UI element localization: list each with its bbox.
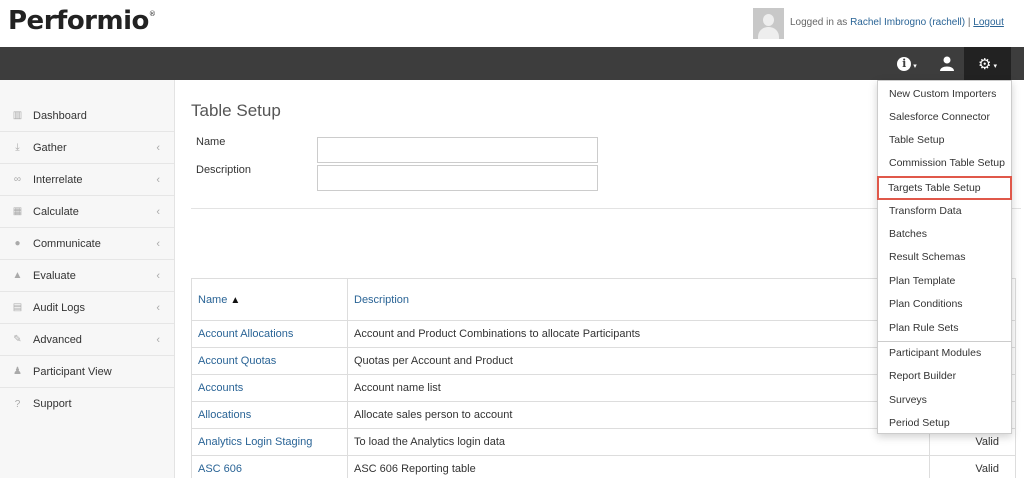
bar-chart-icon: ▥ xyxy=(12,110,23,121)
sidebar-item-advanced[interactable]: ✎ Advanced ‹ xyxy=(0,324,174,356)
table-name-link[interactable]: Account Allocations xyxy=(191,320,348,348)
performio-logo[interactable]: Performio® xyxy=(8,6,156,36)
info-icon: i xyxy=(897,56,912,71)
menu-item-transform-data[interactable]: Transform Data xyxy=(878,200,1011,222)
logout-link[interactable]: Logout xyxy=(973,17,1004,28)
sidebar: ▥ Dashboard ⤓ Gather ‹ ∞ Interrelate ‹ ▦… xyxy=(0,80,175,478)
question-icon: ? xyxy=(14,398,21,410)
table-name-link[interactable]: ASC 606 xyxy=(191,455,348,478)
description-input[interactable] xyxy=(317,165,598,191)
sidebar-item-gather[interactable]: ⤓ Gather ‹ xyxy=(0,132,174,164)
menu-item-salesforce-connector[interactable]: Salesforce Connector xyxy=(878,106,1011,128)
sidebar-item-support[interactable]: ? Support xyxy=(0,388,174,420)
table-description: Quotas per Account and Product xyxy=(347,347,930,375)
table-name-link[interactable]: Accounts xyxy=(191,374,348,402)
table-name-link[interactable]: Account Quotas xyxy=(191,347,348,375)
table-description: ASC 606 Reporting table xyxy=(347,455,930,478)
table-name-link[interactable]: Allocations xyxy=(191,401,348,429)
name-column-header[interactable]: Name ▲ xyxy=(191,278,348,321)
menu-item-participant-modules[interactable]: Participant Modules xyxy=(878,342,1011,364)
separator: | xyxy=(967,17,971,28)
comments-icon: ● xyxy=(14,238,21,249)
link-icon: ∞ xyxy=(13,174,22,185)
menu-item-table-setup[interactable]: Table Setup xyxy=(878,129,1011,151)
chevron-left-icon: ‹ xyxy=(156,141,160,154)
table-description: Account and Product Combinations to allo… xyxy=(347,320,930,348)
sidebar-item-participant-view[interactable]: ♟ Participant View xyxy=(0,356,174,388)
logged-in-text: Logged in as xyxy=(790,17,848,28)
menu-item-plan-rule-sets[interactable]: Plan Rule Sets xyxy=(878,317,1011,339)
table-description: Account name list xyxy=(347,374,930,402)
user-info: Logged in as Rachel Imbrogno (rachell) |… xyxy=(790,17,1004,28)
name-input[interactable] xyxy=(317,137,598,163)
gear-icon: ⚙ xyxy=(978,55,992,73)
menu-item-surveys[interactable]: Surveys xyxy=(878,389,1011,411)
user-icon xyxy=(940,56,954,71)
person-icon: ♟ xyxy=(13,366,22,377)
sort-ascending-icon: ▲ xyxy=(230,294,241,306)
menu-item-period-setup[interactable]: Period Setup xyxy=(878,412,1011,434)
settings-menu-button[interactable]: ⚙ ▾ xyxy=(964,47,1011,80)
sidebar-item-dashboard[interactable]: ▥ Dashboard xyxy=(0,100,174,132)
menu-item-batches[interactable]: Batches xyxy=(878,223,1011,245)
table-name-link[interactable]: Analytics Login Staging xyxy=(191,428,348,456)
download-icon: ⤓ xyxy=(15,142,20,153)
sidebar-item-communicate[interactable]: ● Communicate ‹ xyxy=(0,228,174,260)
sidebar-item-interrelate[interactable]: ∞ Interrelate ‹ xyxy=(0,164,174,196)
settings-dropdown-menu: New Custom Importers Salesforce Connecto… xyxy=(877,80,1012,434)
info-menu-button[interactable]: i ▾ xyxy=(887,47,927,80)
wrench-icon: ✎ xyxy=(13,334,22,345)
table-icon: ▦ xyxy=(12,206,23,217)
chevron-left-icon: ‹ xyxy=(156,333,160,346)
menu-item-plan-template[interactable]: Plan Template xyxy=(878,270,1011,292)
sidebar-item-audit-logs[interactable]: ▤ Audit Logs ‹ xyxy=(0,292,174,324)
chevron-left-icon: ‹ xyxy=(156,269,160,282)
menu-item-targets-table-setup[interactable]: Targets Table Setup xyxy=(877,176,1012,200)
name-label: Name xyxy=(196,136,226,148)
caret-down-icon: ▾ xyxy=(913,62,917,70)
menu-item-result-schemas[interactable]: Result Schemas xyxy=(878,246,1011,268)
table-row: ASC 606 ASC 606 Reporting table Valid xyxy=(191,455,1016,478)
menu-item-commission-table-setup[interactable]: Commission Table Setup xyxy=(878,152,1011,174)
user-name-link[interactable]: Rachel Imbrogno (rachell) xyxy=(850,17,965,28)
table-description: To load the Analytics login data xyxy=(347,428,930,456)
caret-down-icon: ▾ xyxy=(993,62,997,70)
chevron-left-icon: ‹ xyxy=(156,237,160,250)
top-header: Performio® Logged in as Rachel Imbrogno … xyxy=(0,0,1024,47)
chevron-left-icon: ‹ xyxy=(156,301,160,314)
menu-item-plan-conditions[interactable]: Plan Conditions xyxy=(878,293,1011,315)
menu-item-new-custom-importers[interactable]: New Custom Importers xyxy=(878,83,1011,105)
navbar: i ▾ ⚙ ▾ xyxy=(0,47,1024,80)
table-description: Allocate sales person to account xyxy=(347,401,930,429)
page-title: Table Setup xyxy=(191,101,281,120)
menu-item-report-builder[interactable]: Report Builder xyxy=(878,365,1011,387)
description-label: Description xyxy=(196,164,252,176)
file-icon: ▤ xyxy=(12,302,23,313)
sidebar-item-evaluate[interactable]: ▲ Evaluate ‹ xyxy=(0,260,174,292)
table-status: Valid xyxy=(929,455,1016,478)
chevron-left-icon: ‹ xyxy=(156,173,160,186)
description-column-header[interactable]: Description xyxy=(347,278,930,321)
user-menu-button[interactable] xyxy=(930,47,964,80)
thumbs-up-icon: ▲ xyxy=(12,270,23,281)
sidebar-item-calculate[interactable]: ▦ Calculate ‹ xyxy=(0,196,174,228)
avatar[interactable] xyxy=(753,8,784,39)
chevron-left-icon: ‹ xyxy=(156,205,160,218)
